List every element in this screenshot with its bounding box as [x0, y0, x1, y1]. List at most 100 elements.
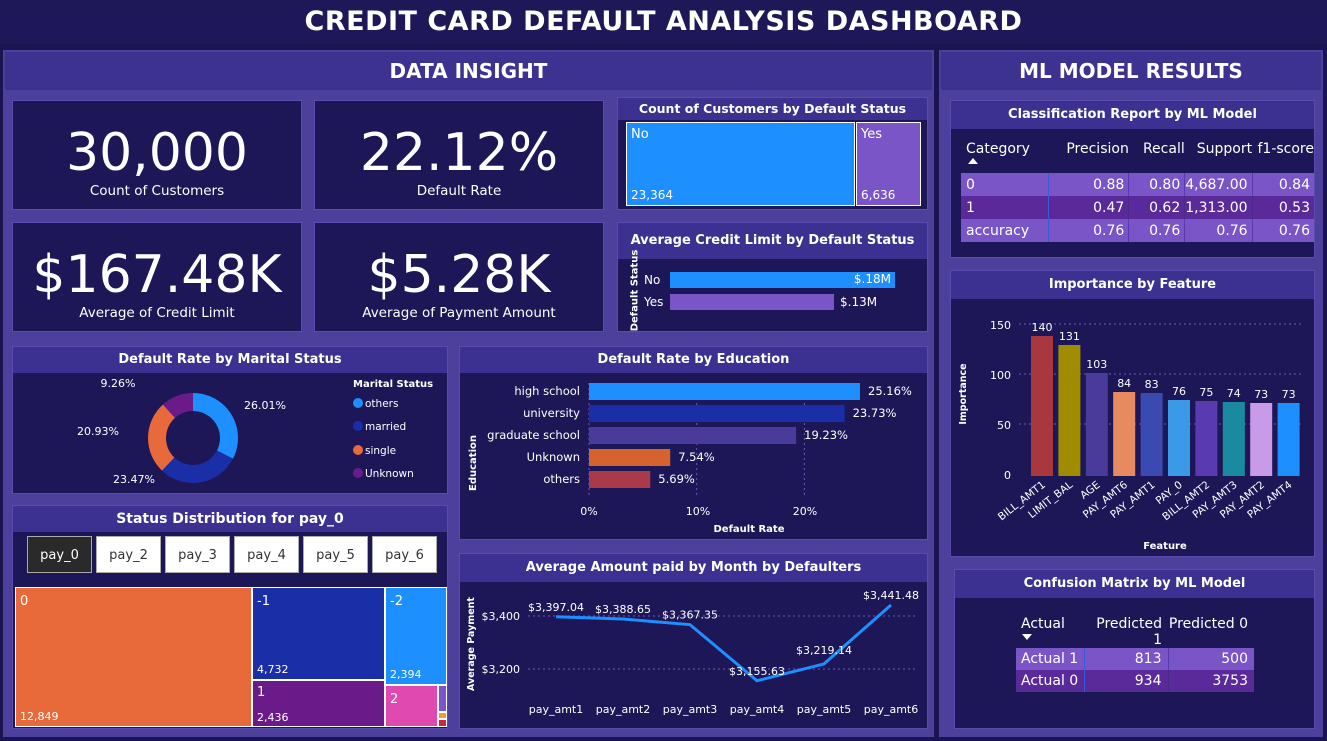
- col-header[interactable]: Category: [961, 141, 1049, 173]
- legend-dot-unknown: [353, 468, 363, 478]
- data-label: 5.69%: [658, 472, 695, 486]
- avg-credit-panel: Average Credit Limit by Default Status D…: [617, 222, 928, 332]
- treemap-tile-small-a[interactable]: [438, 685, 447, 712]
- tile-value: 2,436: [257, 711, 289, 724]
- treemap-tile-no[interactable]: No 23,364: [626, 122, 855, 206]
- col-header[interactable]: Predicted 0: [1168, 616, 1254, 648]
- sort-arrow-icon[interactable]: [1022, 634, 1032, 640]
- kpi-label: Default Rate: [416, 183, 502, 199]
- treemap-tile-0[interactable]: 0 12,849: [15, 587, 252, 727]
- tab-pay-0[interactable]: pay_0: [27, 536, 92, 573]
- treemap-tile-small-c[interactable]: [438, 719, 447, 727]
- data-label: 83: [1145, 378, 1159, 391]
- table-row[interactable]: 1 0.47 0.62 1,313.00 0.53: [961, 196, 1314, 219]
- table-cell: 1: [961, 196, 1050, 219]
- treemap-tile-minus2[interactable]: -2 2,394: [385, 587, 447, 685]
- count-by-status-panel: Count of Customers by Default Status No …: [617, 97, 928, 210]
- x-tick: 10%: [686, 505, 710, 518]
- bar-unknown[interactable]: [589, 449, 671, 466]
- treemap-tile-2[interactable]: 2: [385, 685, 438, 727]
- bar-bill_amt1[interactable]: [1031, 336, 1053, 476]
- pay-tabs: pay_0 pay_2 pay_3 pay_4 pay_5 pay_6: [27, 536, 441, 573]
- tab-pay-4[interactable]: pay_4: [234, 536, 299, 573]
- sort-arrow-icon[interactable]: [968, 158, 978, 164]
- tile-label: 2: [390, 692, 399, 707]
- table-cell: 0: [961, 173, 1050, 196]
- category-label: university: [523, 406, 580, 420]
- education-chart: Education high school 25.16% university 23.…: [468, 383, 912, 535]
- kpi-default-rate: 22.12% Default Rate: [314, 100, 604, 210]
- legend-dot-single: [353, 445, 363, 455]
- bar-pay_amt3[interactable]: [1222, 402, 1245, 476]
- col-header[interactable]: Recall: [1129, 141, 1185, 173]
- x-tick: pay_amt2: [596, 703, 651, 716]
- donut-slice-others[interactable]: [193, 393, 238, 459]
- bar-pay_0[interactable]: [1168, 400, 1190, 476]
- bar-others[interactable]: [589, 471, 651, 488]
- treemap-tile-1[interactable]: 1 2,436: [252, 680, 385, 727]
- panel-title: Average Credit Limit by Default Status: [618, 223, 927, 259]
- tile-label: 1: [257, 685, 266, 700]
- col-header[interactable]: f1-score: [1252, 141, 1314, 173]
- table-row[interactable]: accuracy 0.76 0.76 0.76 0.76: [961, 219, 1314, 242]
- bar-graduate-school[interactable]: [589, 427, 797, 444]
- bar-university[interactable]: [589, 405, 845, 422]
- donut-slice-single[interactable]: [148, 404, 175, 471]
- bar-pay_amt2[interactable]: [1250, 403, 1273, 476]
- bar-value: $.13M: [840, 295, 878, 309]
- data-label: $3,155.63: [729, 665, 785, 678]
- data-label: 25.16%: [868, 384, 912, 398]
- treemap-tile-minus1[interactable]: -1 4,732: [252, 587, 385, 680]
- col-header[interactable]: Predicted 1: [1084, 616, 1168, 648]
- bar-pay_amt6[interactable]: [1113, 392, 1136, 476]
- bar-yes[interactable]: [670, 294, 834, 310]
- treemap-tile-small-b[interactable]: [438, 712, 447, 719]
- donut-slice-married[interactable]: [161, 450, 233, 483]
- table-cell: 0.80: [1128, 173, 1186, 196]
- legend-others: others: [365, 398, 398, 410]
- x-tick: pay_amt1: [529, 703, 584, 716]
- data-label: 23.73%: [853, 406, 897, 420]
- x-tick: 20%: [793, 505, 817, 518]
- tab-pay-2[interactable]: pay_2: [96, 536, 161, 573]
- data-insight-header: DATA INSIGHT: [5, 52, 932, 90]
- bar-bill_amt2[interactable]: [1195, 401, 1218, 476]
- classification-table: Category Precision Recall Support f1-sco…: [961, 141, 1314, 242]
- table-cell: 4,687.00: [1184, 173, 1253, 196]
- kpi-avg-payment: $5.28K Average of Payment Amount: [314, 222, 604, 332]
- bar-high-school[interactable]: [589, 383, 860, 400]
- education-panel: Default Rate by Education Education high…: [459, 346, 928, 540]
- table-row[interactable]: Actual 0 934 3753: [1016, 670, 1254, 692]
- legend-dot-married: [353, 421, 363, 431]
- x-tick: pay_amt6: [864, 703, 919, 716]
- table-row[interactable]: 0 0.88 0.80 4,687.00 0.84: [961, 173, 1314, 196]
- tab-pay-6[interactable]: pay_6: [372, 536, 437, 573]
- bar-no[interactable]: $.18M: [670, 272, 895, 288]
- tile-label: -2: [390, 594, 403, 609]
- amount-paid-panel: Average Amount paid by Month by Defaulte…: [459, 553, 928, 729]
- bar-age[interactable]: [1085, 373, 1108, 476]
- table-cell: 1,313.00: [1184, 196, 1253, 219]
- bar-limit_bal[interactable]: [1058, 345, 1081, 476]
- table-row[interactable]: Actual 1 813 500: [1016, 648, 1254, 670]
- table-cell: 934: [1084, 670, 1169, 692]
- donut-label-single: 20.93%: [77, 425, 119, 438]
- tab-pay-5[interactable]: pay_5: [303, 536, 368, 573]
- treemap-tile-yes[interactable]: Yes 6,636: [856, 122, 921, 206]
- legend-unknown: Unknown: [365, 468, 414, 480]
- col-header[interactable]: Support: [1185, 141, 1252, 173]
- panel-title: Status Distribution for pay_0: [13, 506, 447, 532]
- table-cell: Actual 1: [1016, 648, 1085, 670]
- y-tick: $3,200: [482, 663, 521, 676]
- data-label: 84: [1117, 377, 1131, 390]
- col-header[interactable]: Precision: [1049, 141, 1128, 173]
- importance-panel: Importance by Feature Importance 150 100…: [950, 270, 1315, 557]
- legend-dot-others: [353, 398, 363, 408]
- bar-pay_amt1[interactable]: [1140, 393, 1163, 476]
- col-header[interactable]: Actual: [1016, 616, 1084, 648]
- bar-pay_amt4[interactable]: [1277, 403, 1300, 476]
- tab-pay-3[interactable]: pay_3: [165, 536, 230, 573]
- category-label: Unknown: [527, 450, 580, 464]
- table-cell: 0.76: [1184, 219, 1253, 242]
- y-tick: 50: [997, 419, 1011, 432]
